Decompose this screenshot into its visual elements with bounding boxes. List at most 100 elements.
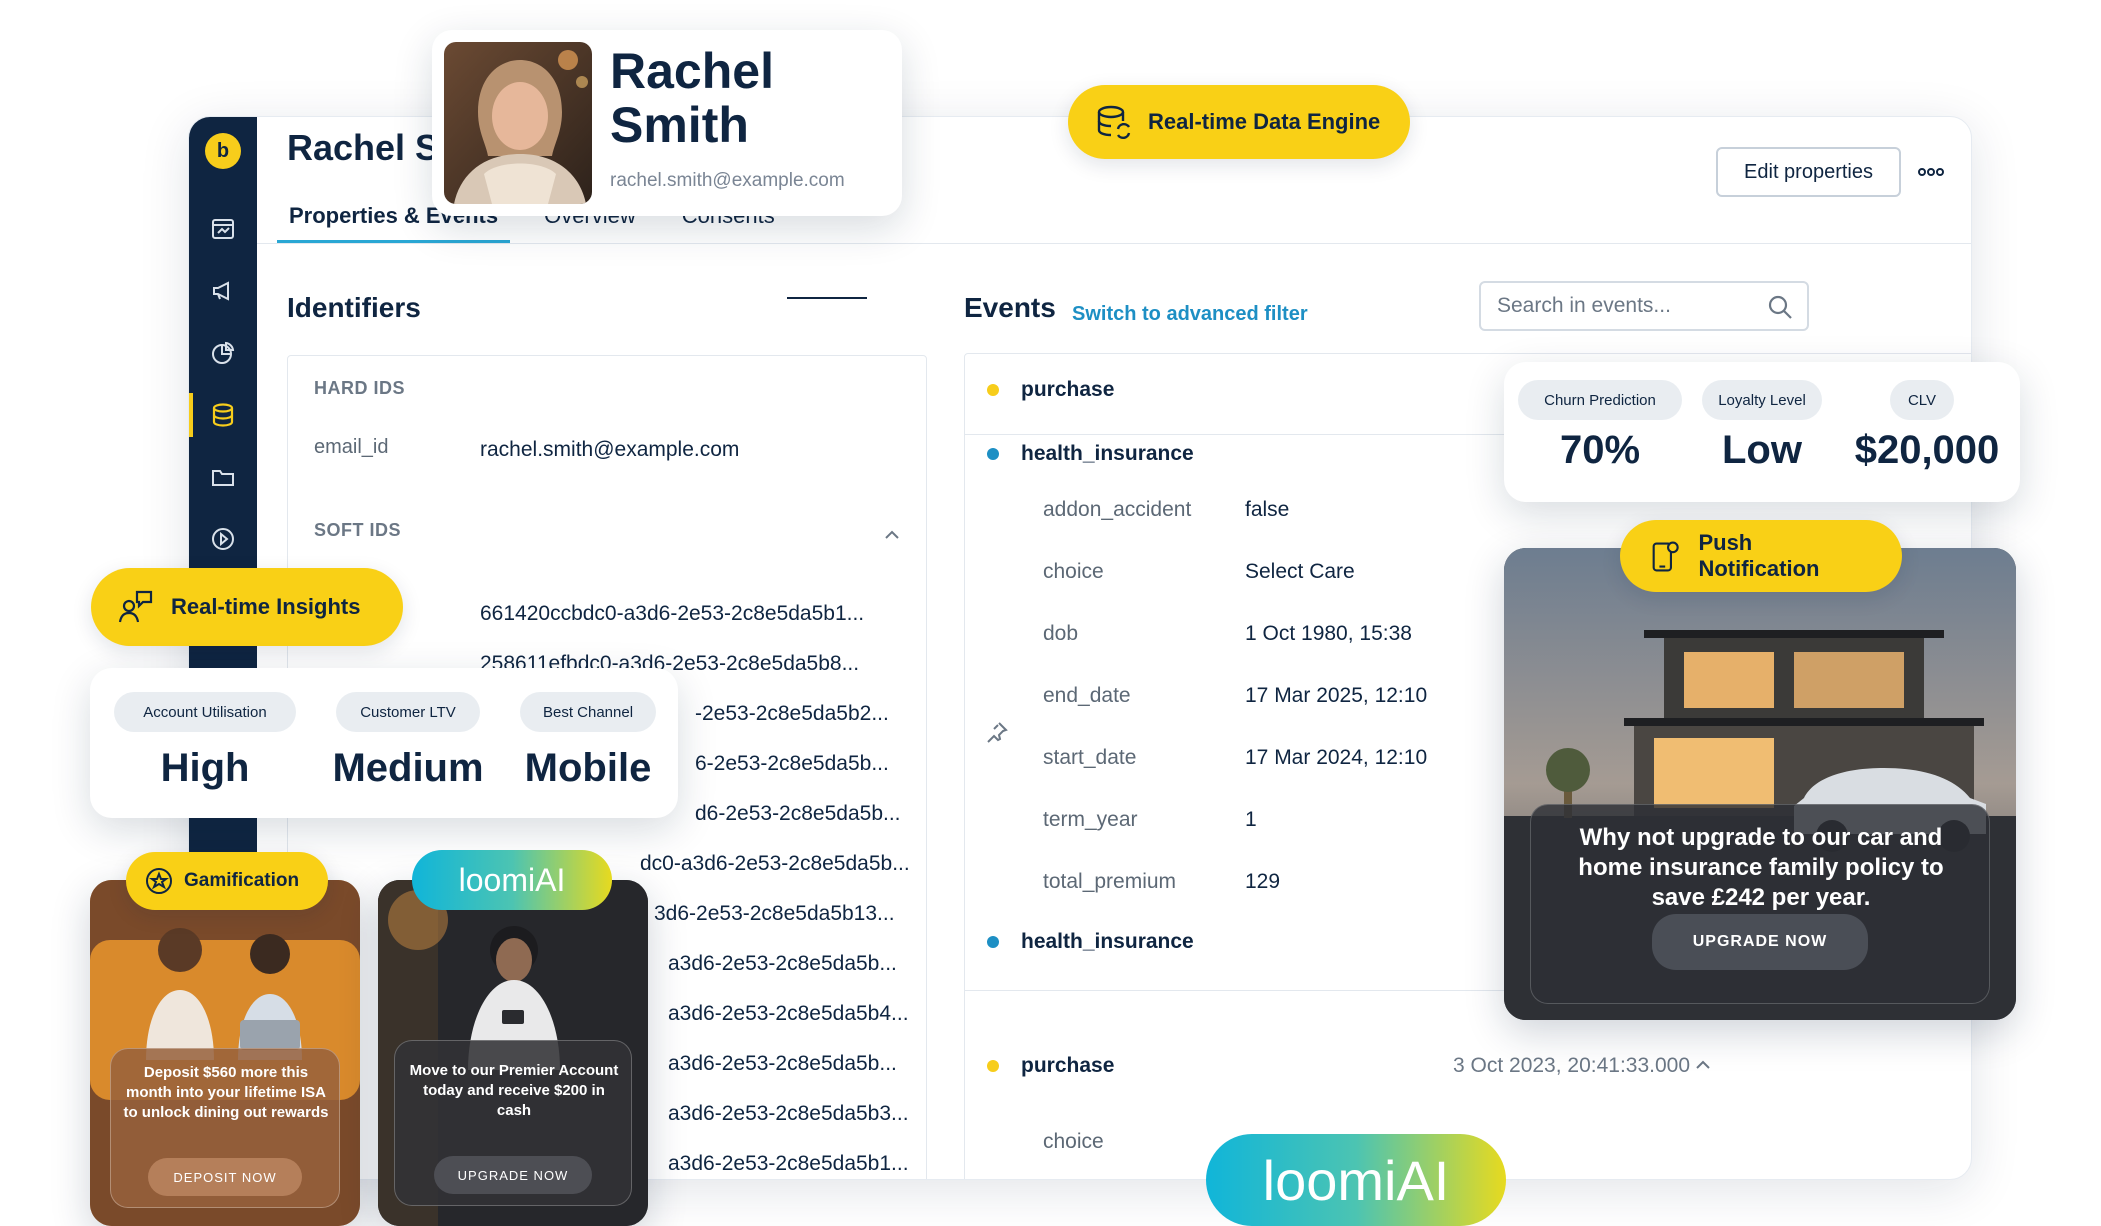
rail-item-dashboard[interactable] xyxy=(189,207,257,251)
chevron-up-icon[interactable] xyxy=(1695,1060,1711,1070)
dashboard-icon xyxy=(212,219,234,239)
hard-ids-heading: HARD IDS xyxy=(314,378,406,398)
rail-item-campaigns[interactable] xyxy=(189,269,257,313)
megaphone-icon xyxy=(213,281,229,301)
rail-item-scenarios[interactable] xyxy=(189,517,257,561)
metric-value: Medium xyxy=(332,746,484,790)
event-prop-key: addon_accident xyxy=(1043,498,1192,521)
play-circle-icon xyxy=(212,528,234,550)
gamification-label: Gamification xyxy=(184,870,300,891)
event-name[interactable]: health_insurance xyxy=(1021,930,1194,954)
event-dot xyxy=(987,1060,999,1072)
email-id-value: rachel.smith@example.com xyxy=(480,438,740,461)
loomi-message-text: Move to our Premier Account today and re… xyxy=(409,1062,619,1119)
event-prop-key: dob xyxy=(1043,622,1079,645)
deposit-now-button[interactable]: DEPOSIT NOW xyxy=(148,1158,302,1196)
rail-item-data[interactable] xyxy=(189,393,257,437)
tab-divider xyxy=(257,243,1971,244)
metric-label: Account Utilisation xyxy=(114,692,296,732)
metric-label: Churn Prediction xyxy=(1518,380,1682,420)
push-notification-label: Push Notification xyxy=(1698,530,1820,581)
event-name[interactable]: purchase xyxy=(1021,378,1114,402)
loomi-upgrade-button[interactable]: UPGRADE NOW xyxy=(434,1156,592,1194)
data-engine-badge: Real-time Data Engine xyxy=(1068,85,1411,159)
metric-label: Best Channel xyxy=(520,692,656,732)
edit-properties-button[interactable]: Edit properties xyxy=(1716,147,1901,197)
insights-badge: Real-time Insights xyxy=(91,568,403,646)
event-prop-value: false xyxy=(1245,498,1290,521)
profile-card-name: Rachel Smith xyxy=(610,43,774,153)
loomi-badge-small: loomiAI xyxy=(412,850,612,910)
avatar xyxy=(444,42,592,204)
soft-id-value: a3d6-2e53-2c8e5da5b4... xyxy=(668,1002,909,1025)
soft-id-value: 6-2e53-2c8e5da5b... xyxy=(695,752,889,775)
event-name[interactable]: health_insurance xyxy=(1021,442,1194,466)
database-sync-icon xyxy=(1097,105,1131,140)
rail-item-assets[interactable] xyxy=(189,455,257,499)
event-prop-key: choice xyxy=(1043,1130,1104,1153)
phone-notification-icon xyxy=(1652,541,1679,572)
folder-icon xyxy=(212,470,234,486)
more-options-icon[interactable] xyxy=(1917,163,1945,181)
soft-id-value: a3d6-2e53-2c8e5da5b1... xyxy=(668,1152,909,1175)
marketing-composition: b Rachel S Properties & Events Edit prop… xyxy=(0,0,2101,1226)
search-placeholder: Search in events... xyxy=(1497,294,1671,317)
rail-item-analytics[interactable] xyxy=(189,331,257,375)
event-prop-value: 17 Mar 2024, 12:10 xyxy=(1245,746,1428,769)
insights-label: Real-time Insights xyxy=(171,594,361,619)
profile-title: Rachel S xyxy=(287,127,440,168)
event-dot xyxy=(987,936,999,948)
event-name[interactable]: purchase xyxy=(1021,1054,1114,1078)
event-dot xyxy=(987,448,999,460)
push-upgrade-button[interactable]: UPGRADE NOW xyxy=(1652,914,1868,970)
pin-icon[interactable] xyxy=(985,720,1009,744)
soft-id-value: 661420ccbdc0-a3d6-2e53-2c8e5da5b1... xyxy=(480,602,865,625)
account-metrics-card: Account Utilisation Customer LTV Best Ch… xyxy=(90,668,678,818)
push-notification-badge: Push Notification xyxy=(1620,520,1902,592)
soft-id-value: a3d6-2e53-2c8e5da5b... xyxy=(668,952,897,975)
events-title: Events xyxy=(964,292,1056,323)
event-prop-key: choice xyxy=(1043,560,1104,583)
email-id-key: email_id xyxy=(314,436,389,458)
predictions-card: Churn Prediction Loyalty Level CLV 70% L… xyxy=(1504,362,2020,502)
event-prop-value: 1 Oct 1980, 15:38 xyxy=(1245,622,1412,645)
soft-id-value: a3d6-2e53-2c8e5da5b3... xyxy=(668,1102,909,1125)
loomi-promo-preview: Move to our Premier Account today and re… xyxy=(378,880,648,1226)
event-prop-key: term_year xyxy=(1043,808,1138,831)
event-dot xyxy=(987,384,999,396)
advanced-filter-link[interactable]: Switch to advanced filter xyxy=(1072,303,1308,326)
event-prop-key: end_date xyxy=(1043,684,1131,707)
profile-card-email: rachel.smith@example.com xyxy=(610,170,845,191)
star-badge-icon xyxy=(146,868,172,894)
push-notification-preview: Why not upgrade to our car and home insu… xyxy=(1504,548,2016,1020)
metric-label: CLV xyxy=(1890,380,1954,420)
chevron-up-icon[interactable] xyxy=(884,530,900,540)
panel-resize-handle[interactable] xyxy=(787,297,867,299)
app-logo[interactable]: b xyxy=(205,133,241,169)
gamification-preview: Deposit $560 more this month into your l… xyxy=(90,880,360,1226)
metric-value: $20,000 xyxy=(1854,428,2000,472)
metric-value: High xyxy=(160,746,250,790)
soft-id-value: 3d6-2e53-2c8e5da5b13... xyxy=(654,902,895,925)
soft-id-value: -2e53-2c8e5da5b2... xyxy=(695,702,889,725)
search-icon[interactable] xyxy=(1767,294,1793,320)
metric-label: Loyalty Level xyxy=(1702,380,1822,420)
data-engine-label: Real-time Data Engine xyxy=(1148,109,1381,134)
event-prop-value: 17 Mar 2025, 12:10 xyxy=(1245,684,1428,707)
event-prop-value: Select Care xyxy=(1245,560,1355,583)
metric-value: Low xyxy=(1722,428,1802,472)
metric-value: 70% xyxy=(1559,428,1641,472)
events-search-input[interactable]: Search in events... xyxy=(1479,281,1809,331)
soft-ids-heading: SOFT IDS xyxy=(314,520,402,540)
gamification-message-text: Deposit $560 more this month into your l… xyxy=(123,1064,329,1121)
soft-id-value: dc0-a3d6-2e53-2c8e5da5b... xyxy=(640,852,910,875)
gamification-badge: Gamification xyxy=(126,852,328,910)
event-prop-key: start_date xyxy=(1043,746,1137,769)
metric-value: Mobile xyxy=(524,746,652,790)
push-message-text: Why not upgrade to our car and home insu… xyxy=(1578,824,1944,911)
insights-people-icon xyxy=(118,590,153,623)
push-message-box: Why not upgrade to our car and home insu… xyxy=(1530,804,1990,1004)
event-prop-value: 1 xyxy=(1245,808,1257,831)
loomi-badge-large: loomiAI xyxy=(1206,1134,1506,1226)
soft-id-value: a3d6-2e53-2c8e5da5b... xyxy=(668,1052,897,1075)
